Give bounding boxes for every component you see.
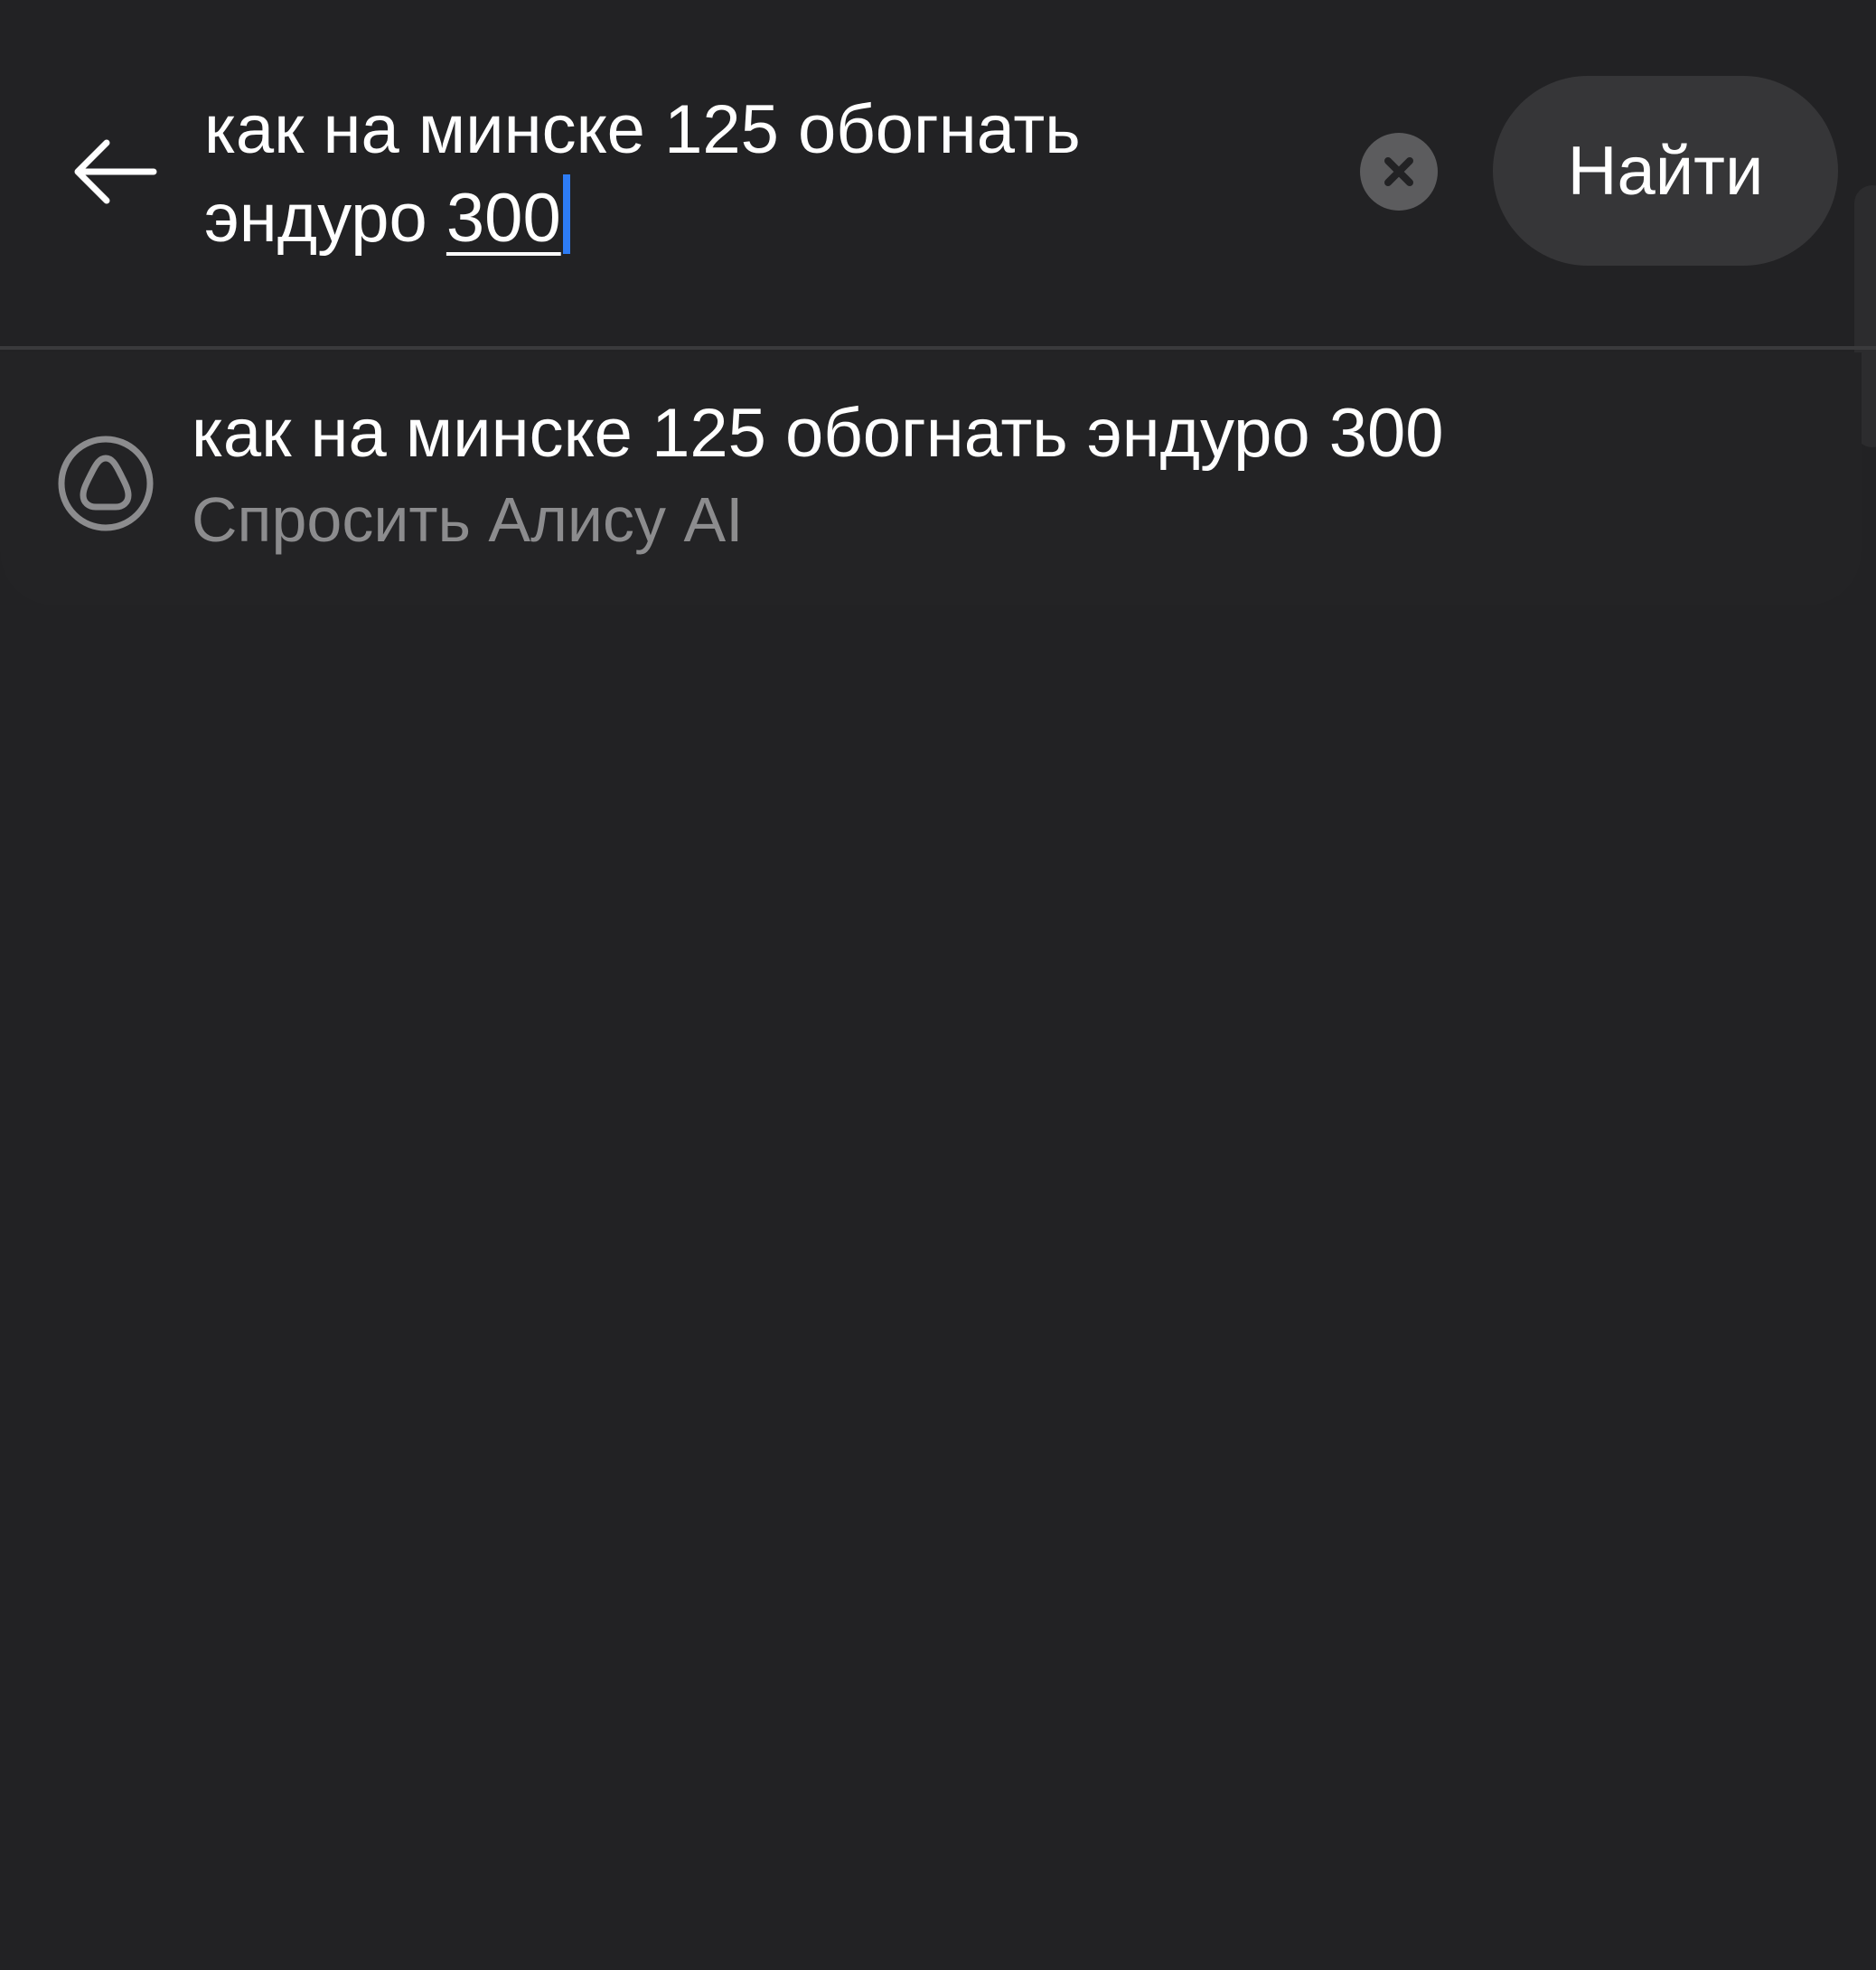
search-bar: как на минске 125 обогнать эндуро 300 На… <box>0 0 1876 447</box>
query-text-composing: 300 <box>446 180 561 257</box>
query-text-line2: эндуро <box>204 180 446 257</box>
alice-icon <box>58 436 154 531</box>
suggestion-subtitle: Спросить Алису AI <box>192 484 744 555</box>
divider <box>0 346 1876 350</box>
back-button[interactable] <box>63 122 167 221</box>
arrow-left-icon <box>74 139 156 204</box>
clear-button[interactable] <box>1360 133 1438 211</box>
text-caret <box>562 174 570 254</box>
suggestion-title: как на минске 125 обогнать эндуро 300 <box>192 395 1444 472</box>
search-input[interactable]: как на минске 125 обогнать эндуро 300 <box>204 86 1316 263</box>
close-icon <box>1384 157 1413 186</box>
query-text-line1: как на минске 125 обогнать <box>204 91 1081 168</box>
find-button[interactable]: Найти <box>1493 76 1838 266</box>
suggestion-item[interactable]: как на минске 125 обогнать эндуро 300 Сп… <box>0 352 1862 605</box>
search-screen: как на минске 125 обогнать эндуро 300 На… <box>0 0 1876 1970</box>
